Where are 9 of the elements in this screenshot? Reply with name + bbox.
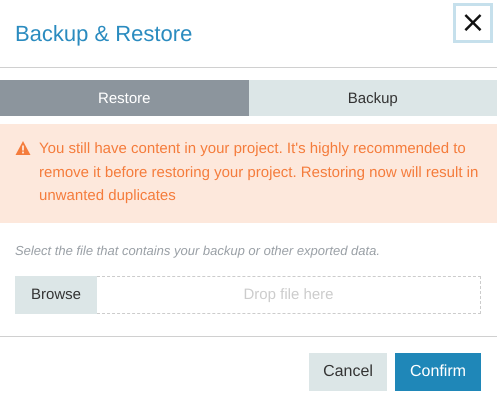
cancel-button[interactable]: Cancel	[309, 352, 387, 390]
dialog-title: Backup & Restore	[15, 21, 192, 47]
browse-button[interactable]: Browse	[15, 276, 97, 314]
warning-icon	[15, 140, 31, 156]
tab[interactable]: Backup	[248, 80, 497, 116]
warning-text: You still have content in your project. It's highly recommended to remove it before restoring your project. Restoring now will result in unwanted duplicates	[39, 139, 480, 206]
confirm-button[interactable]: Confirm	[395, 352, 481, 390]
close-button[interactable]: ×	[453, 3, 493, 43]
hint-text: Select the file that contains your backup or other exported data.	[15, 242, 381, 258]
